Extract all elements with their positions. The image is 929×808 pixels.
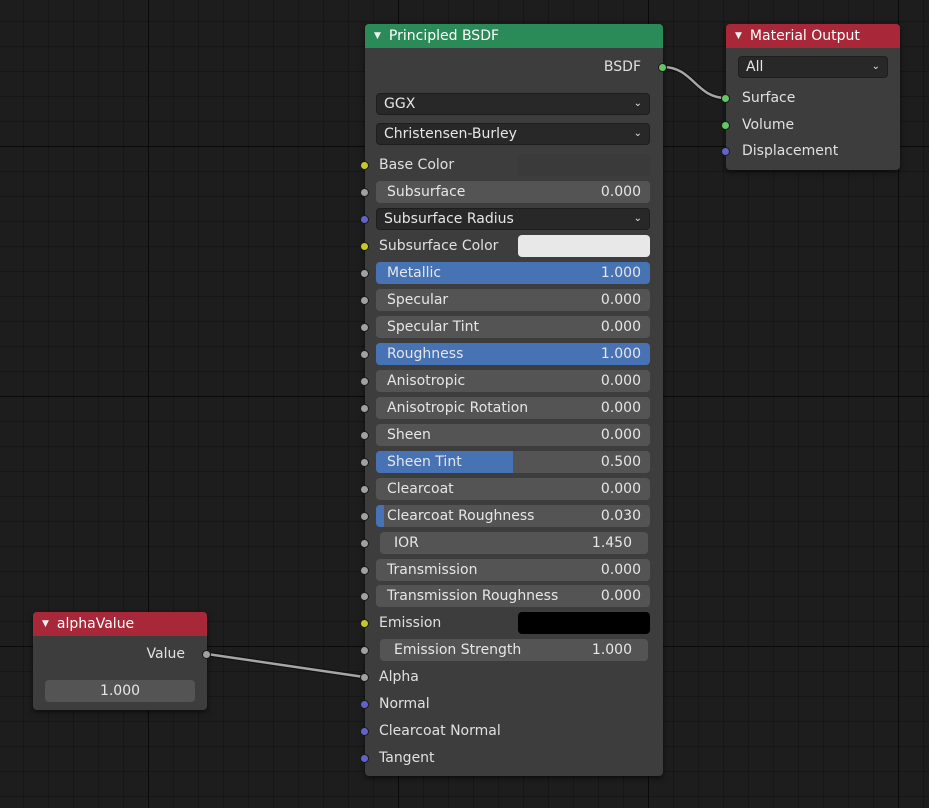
- subsurface-color-socket[interactable]: [360, 242, 369, 251]
- anisotropic-socket[interactable]: [360, 377, 369, 386]
- anisotropic-slider[interactable]: Anisotropic 0.000: [376, 370, 650, 392]
- metallic-slider[interactable]: Metallic 1.000: [376, 262, 650, 284]
- material-output-node[interactable]: ▼ Material Output All ⌄ Surface Volume D…: [721, 24, 900, 170]
- chevron-down-icon: ⌄: [633, 98, 642, 109]
- transmission-roughness-socket[interactable]: [360, 592, 369, 601]
- surface-socket[interactable]: [721, 94, 730, 103]
- chevron-down-icon: ⌄: [633, 128, 642, 139]
- collapse-triangle-icon[interactable]: ▼: [42, 619, 49, 629]
- sheen-tint-socket[interactable]: [360, 458, 369, 467]
- subsurface-method-dropdown[interactable]: Christensen-Burley ⌄: [376, 123, 650, 145]
- emission-label: Emission: [379, 615, 442, 631]
- node-header[interactable]: ▼ Principled BSDF: [365, 24, 663, 48]
- volume-socket[interactable]: [721, 121, 730, 130]
- value-output-label: Value: [146, 646, 185, 662]
- specular-tint-slider[interactable]: Specular Tint 0.000: [376, 316, 650, 338]
- collapse-triangle-icon[interactable]: ▼: [735, 31, 742, 41]
- clearcoat-normal-label: Clearcoat Normal: [379, 723, 501, 739]
- value-output-socket[interactable]: [202, 650, 211, 659]
- displacement-label: Displacement: [742, 143, 839, 159]
- tangent-label: Tangent: [379, 750, 435, 766]
- roughness-slider[interactable]: Roughness 1.000: [376, 343, 650, 365]
- node-title: alphaValue: [56, 616, 135, 632]
- base-color-row: Base Color: [360, 152, 663, 179]
- volume-label: Volume: [742, 117, 795, 133]
- ior-socket[interactable]: [360, 539, 369, 548]
- node-header[interactable]: ▼ alphaValue: [33, 612, 207, 636]
- sheen-tint-slider[interactable]: Sheen Tint 0.500: [376, 451, 650, 473]
- subsurface-slider[interactable]: Subsurface 0.000: [376, 181, 650, 203]
- base-color-label: Base Color: [379, 157, 455, 173]
- subsurface-color-label: Subsurface Color: [379, 238, 499, 254]
- link-value-to-alpha[interactable]: [206, 651, 365, 680]
- transmission-slider[interactable]: Transmission 0.000: [376, 559, 650, 581]
- roughness-socket[interactable]: [360, 350, 369, 359]
- displacement-socket[interactable]: [721, 147, 730, 156]
- base-color-swatch[interactable]: [518, 154, 650, 176]
- node-title: Principled BSDF: [388, 28, 500, 44]
- specular-tint-socket[interactable]: [360, 323, 369, 332]
- emission-color-swatch[interactable]: [518, 612, 650, 634]
- emission-strength-socket[interactable]: [360, 646, 369, 655]
- specular-socket[interactable]: [360, 296, 369, 305]
- value-field[interactable]: 1.000: [45, 680, 195, 702]
- metallic-socket[interactable]: [360, 269, 369, 278]
- target-dropdown[interactable]: All ⌄: [738, 56, 888, 78]
- bsdf-output-socket[interactable]: [658, 63, 667, 72]
- clearcoat-roughness-slider[interactable]: Clearcoat Roughness 0.030: [376, 505, 650, 527]
- subsurface-radius-socket[interactable]: [360, 215, 369, 224]
- clearcoat-socket[interactable]: [360, 485, 369, 494]
- anisotropic-rotation-socket[interactable]: [360, 404, 369, 413]
- ior-field[interactable]: IOR 1.450: [380, 532, 648, 554]
- link-bsdf-to-surface[interactable]: [662, 64, 727, 101]
- output-bsdf-row: BSDF: [365, 54, 667, 81]
- emission-strength-field[interactable]: Emission Strength 1.000: [380, 639, 648, 661]
- normal-socket[interactable]: [360, 700, 369, 709]
- alpha-value-node[interactable]: ▼ alphaValue Value 1.000: [33, 612, 211, 710]
- clearcoat-normal-socket[interactable]: [360, 727, 369, 736]
- clearcoat-roughness-socket[interactable]: [360, 512, 369, 521]
- collapse-triangle-icon[interactable]: ▼: [374, 31, 381, 41]
- tangent-socket[interactable]: [360, 754, 369, 763]
- sheen-socket[interactable]: [360, 431, 369, 440]
- transmission-roughness-slider[interactable]: Transmission Roughness 0.000: [376, 585, 650, 607]
- principled-bsdf-node[interactable]: ▼ Principled BSDF BSDF GGX ⌄ Christensen…: [360, 24, 667, 776]
- sheen-slider[interactable]: Sheen 0.000: [376, 424, 650, 446]
- distribution-dropdown[interactable]: GGX ⌄: [376, 93, 650, 115]
- subsurface-color-swatch[interactable]: [518, 235, 650, 257]
- node-title: Material Output: [749, 28, 860, 44]
- alpha-label: Alpha: [379, 669, 419, 685]
- output-label: BSDF: [603, 59, 641, 75]
- chevron-down-icon: ⌄: [633, 213, 642, 224]
- node-header[interactable]: ▼ Material Output: [726, 24, 900, 48]
- emission-socket[interactable]: [360, 619, 369, 628]
- surface-label: Surface: [742, 90, 796, 106]
- subsurface-socket[interactable]: [360, 188, 369, 197]
- transmission-socket[interactable]: [360, 566, 369, 575]
- alpha-socket[interactable]: [360, 673, 369, 682]
- base-color-socket[interactable]: [360, 161, 369, 170]
- specular-slider[interactable]: Specular 0.000: [376, 289, 650, 311]
- clearcoat-slider[interactable]: Clearcoat 0.000: [376, 478, 650, 500]
- chevron-down-icon: ⌄: [871, 61, 880, 72]
- subsurface-radius-dropdown[interactable]: Subsurface Radius ⌄: [376, 208, 650, 230]
- normal-label: Normal: [379, 696, 430, 712]
- anisotropic-rotation-slider[interactable]: Anisotropic Rotation 0.000: [376, 397, 650, 419]
